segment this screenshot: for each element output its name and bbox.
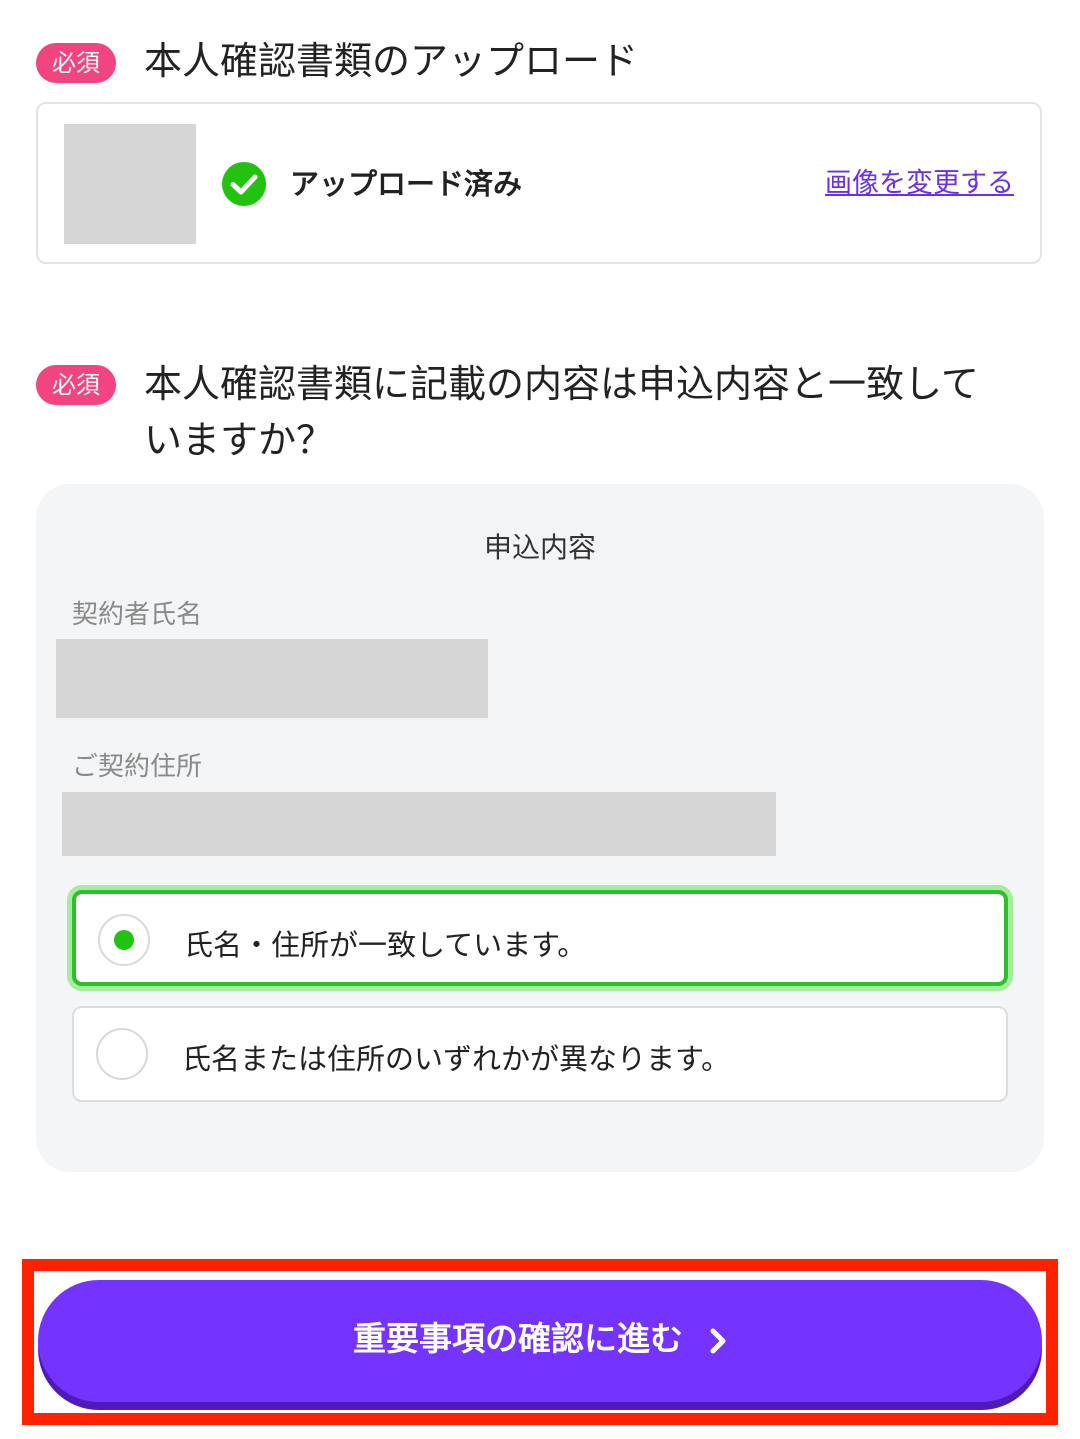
radio-button-unselected[interactable]: [96, 1028, 148, 1080]
upload-status-text: アップロード済み: [290, 167, 523, 201]
upload-card: アップロード済み 画像を変更する: [36, 102, 1042, 264]
radio-option-mismatch[interactable]: 氏名または住所のいずれかが異なります。: [72, 1006, 1008, 1102]
change-image-link[interactable]: 画像を変更する: [825, 162, 1014, 206]
radio-button-selected[interactable]: [98, 914, 150, 966]
radio-option-label: 氏名または住所のいずれかが異なります。: [182, 1042, 731, 1076]
required-badge: 必須: [36, 365, 116, 405]
radio-option-match[interactable]: 氏名・住所が一致しています。: [72, 890, 1008, 986]
contractor-name-label: 契約者氏名: [72, 600, 203, 630]
contractor-name-redacted: [56, 639, 488, 718]
cta-label-text: 重要事項の確認に進む: [353, 1319, 683, 1358]
upload-section-title: 本人確認書類のアップロード: [144, 39, 639, 83]
confirm-question-line-1: 本人確認書類に記載の内容は申込内容と一致して: [144, 362, 979, 406]
application-details-panel: 申込内容 契約者氏名 ご契約住所 氏名・住所が一致しています。 氏名または住所の…: [36, 484, 1044, 1172]
chevron-right-icon: [710, 1328, 726, 1353]
uploaded-image-thumbnail: [64, 124, 196, 244]
required-badge: 必須: [36, 43, 116, 83]
cta-label-wrapper: 重要事項の確認に進む: [38, 1280, 1042, 1398]
radio-option-label: 氏名・住所が一致しています。: [184, 928, 587, 962]
proceed-to-important-matters-button[interactable]: 重要事項の確認に進む: [38, 1280, 1042, 1402]
contract-address-redacted: [62, 792, 776, 856]
contract-address-label: ご契約住所: [72, 752, 203, 782]
confirm-question-line-2: いますか？: [144, 418, 335, 462]
panel-heading: 申込内容: [483, 531, 596, 564]
radio-selected-dot: [114, 930, 134, 950]
check-circle-icon: [222, 162, 266, 206]
